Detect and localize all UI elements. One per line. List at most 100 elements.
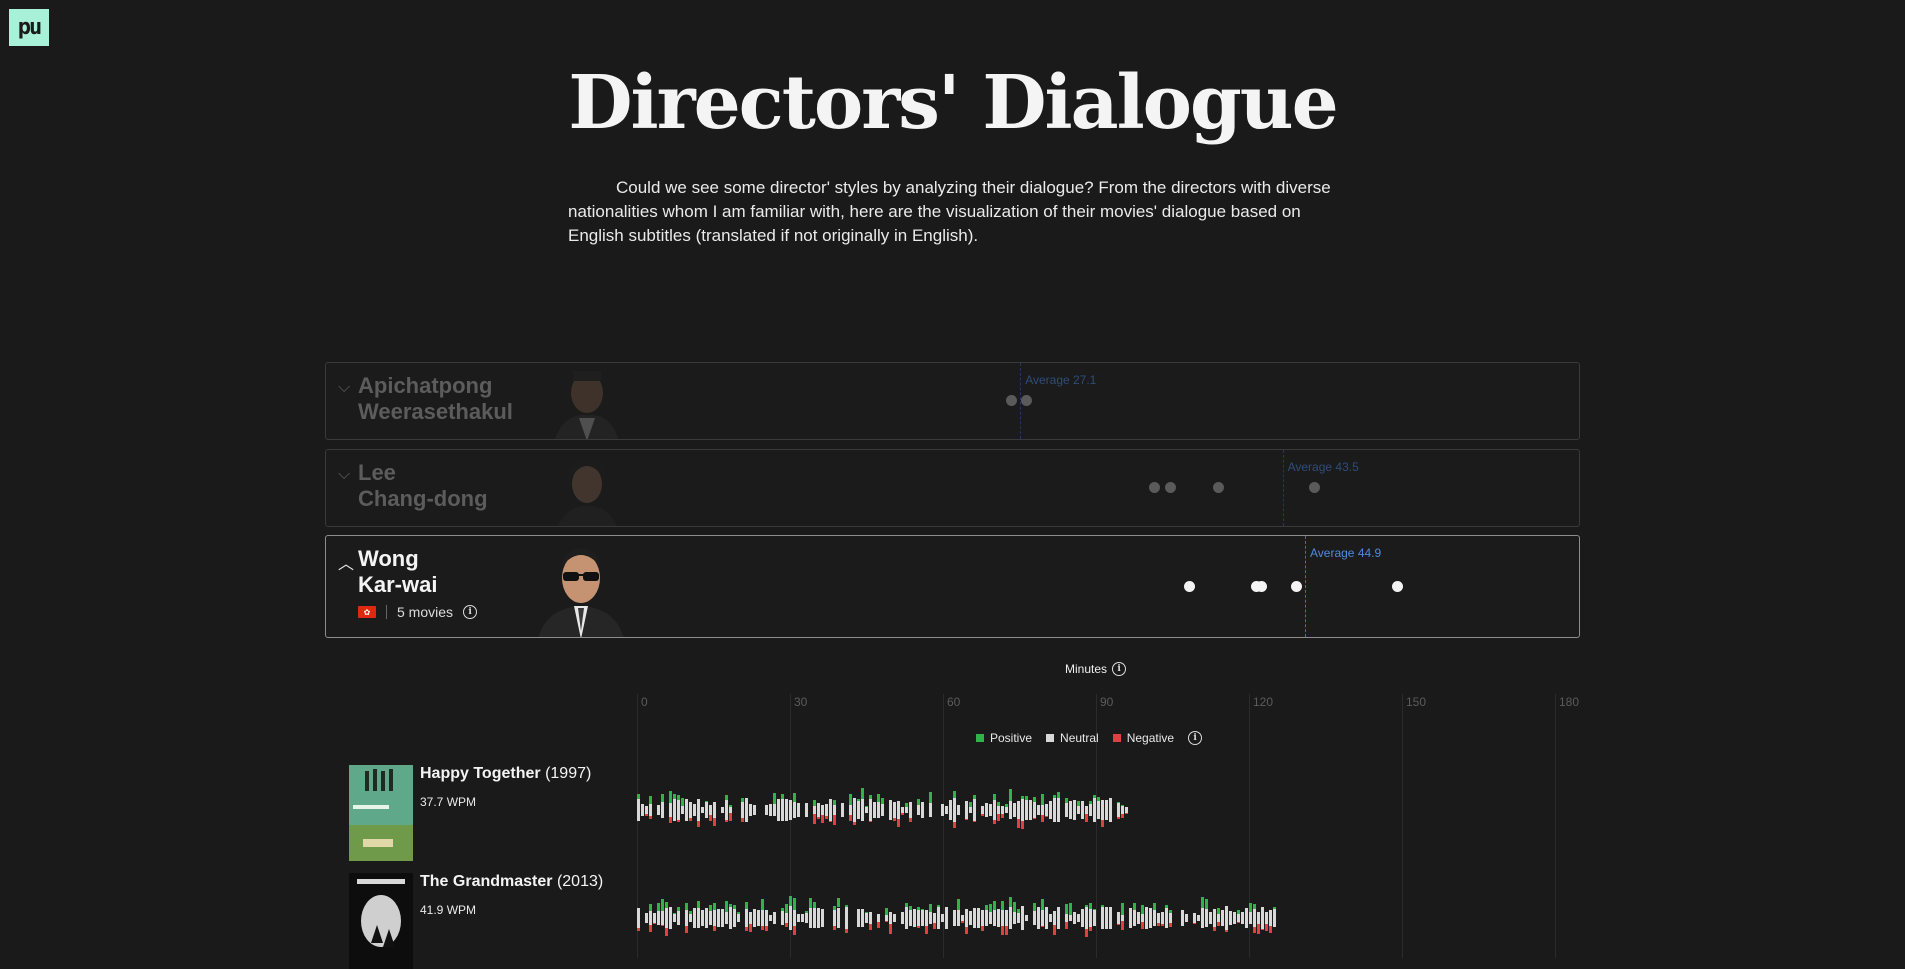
movie-wpm: 37.7 WPM [420, 795, 476, 809]
neutral-bar [1097, 801, 1100, 820]
neutral-bar [941, 804, 944, 817]
neutral-bar [813, 806, 816, 814]
negative-bar [869, 924, 872, 930]
positive-bar [1009, 897, 1012, 908]
movie-title: Happy Together (1997) [420, 765, 591, 783]
neutral-bar [817, 803, 820, 817]
neutral-bar [973, 908, 976, 928]
neutral-bar [705, 908, 708, 928]
neutral-bar [1105, 907, 1108, 928]
movie-dot[interactable] [1184, 581, 1195, 592]
positive-bar [953, 791, 956, 798]
neutral-bar [901, 912, 904, 924]
positive-bar [1065, 904, 1068, 914]
negative-bar [833, 815, 836, 825]
positive-bar [1069, 903, 1072, 915]
neutral-bar [993, 910, 996, 927]
neutral-bar [649, 911, 652, 924]
neutral-bar [865, 913, 868, 923]
positive-bar [885, 908, 888, 915]
neutral-bar [825, 804, 828, 816]
chevron-down-icon[interactable]: ⌵ [338, 464, 350, 484]
neutral-bar [1269, 910, 1272, 926]
neutral-bar [661, 802, 664, 818]
chevron-down-icon[interactable]: ⌵ [338, 377, 350, 397]
director-panel-lee[interactable]: ⌵ Lee Chang-dong Average 43.5 [325, 449, 1580, 527]
director-panel-apichatpong[interactable]: ⌵ Apichatpong Weerasethakul Average 27.1 [325, 362, 1580, 440]
neutral-bar [881, 804, 884, 815]
neutral-bar [889, 912, 892, 925]
neutral-bar [1053, 911, 1056, 926]
negative-bar [1089, 927, 1092, 931]
negative-bar [889, 924, 892, 934]
average-label: Average 44.9 [1310, 546, 1381, 560]
tick-label: 180 [1559, 695, 1579, 709]
neutral-bar [1241, 912, 1244, 924]
neutral-bar [921, 910, 924, 925]
neutral-bar [1041, 805, 1044, 815]
neutral-bar [1157, 913, 1160, 922]
neutral-bar [1265, 912, 1268, 924]
info-icon[interactable]: i [1112, 662, 1126, 676]
neutral-bar [969, 807, 972, 813]
neutral-bar [665, 908, 668, 929]
divider [386, 605, 387, 619]
negative-bar [1269, 926, 1272, 933]
neutral-bar [737, 914, 740, 923]
neutral-bar [1213, 909, 1216, 927]
neutral-bar [801, 914, 804, 921]
neutral-bar [1229, 911, 1232, 925]
neutral-bar [753, 909, 756, 927]
negative-bar [981, 926, 984, 931]
neutral-bar [769, 915, 772, 922]
movie-dot[interactable] [1291, 581, 1302, 592]
chevron-up-icon[interactable]: ︿ [338, 550, 354, 574]
info-icon[interactable]: i [1188, 731, 1202, 745]
positive-bar [649, 796, 652, 805]
movie-dot[interactable] [1392, 581, 1403, 592]
negative-bar [1001, 926, 1004, 935]
neutral-bar [645, 806, 648, 814]
positive-bar [1041, 899, 1044, 910]
neutral-bar [969, 911, 972, 925]
neutral-bar [1117, 912, 1120, 924]
movie-dot[interactable] [1165, 482, 1176, 493]
neutral-bar [725, 800, 728, 820]
neutral-bar [1037, 805, 1040, 814]
movies-count: 5 movies [397, 604, 453, 620]
movie-dot[interactable] [1006, 395, 1017, 406]
neutral-bar [1045, 804, 1048, 816]
positive-bar [793, 898, 796, 910]
neutral-bar [893, 914, 896, 922]
positive-bar [1205, 899, 1208, 909]
positive-bar [1013, 902, 1016, 912]
positive-bar [669, 791, 672, 803]
neutral-bar [821, 805, 824, 814]
neutral-bar [1053, 798, 1056, 821]
movie-dot[interactable] [1021, 395, 1032, 406]
positive-bar [725, 901, 728, 912]
negative-bar [961, 921, 964, 923]
positive-bar [813, 902, 816, 909]
movie-dot[interactable] [1213, 482, 1224, 493]
director-name: Apichatpong Weerasethakul [358, 373, 513, 425]
neutral-bar [1109, 907, 1112, 929]
negative-bar [1041, 926, 1044, 927]
positive-bar [661, 794, 664, 803]
neutral-bar [1253, 909, 1256, 926]
logo[interactable]: pu [9, 9, 49, 49]
neutral-bar [913, 909, 916, 928]
neutral-bar [1009, 907, 1012, 929]
neutral-bar [1029, 800, 1032, 819]
neutral-bar [949, 800, 952, 820]
info-icon[interactable]: i [463, 605, 477, 619]
movie-dot[interactable] [1149, 482, 1160, 493]
neutral-bar [749, 804, 752, 815]
neutral-bar [1201, 908, 1204, 929]
director-panel-wong[interactable]: ︿ Wong Kar-wai ✿ 5 movies i Average 44.9 [325, 535, 1580, 638]
neutral-bar [797, 914, 800, 922]
neutral-bar [1093, 910, 1096, 926]
neutral-bar [1205, 909, 1208, 926]
movie-dot[interactable] [1256, 581, 1267, 592]
movie-dot[interactable] [1309, 482, 1320, 493]
